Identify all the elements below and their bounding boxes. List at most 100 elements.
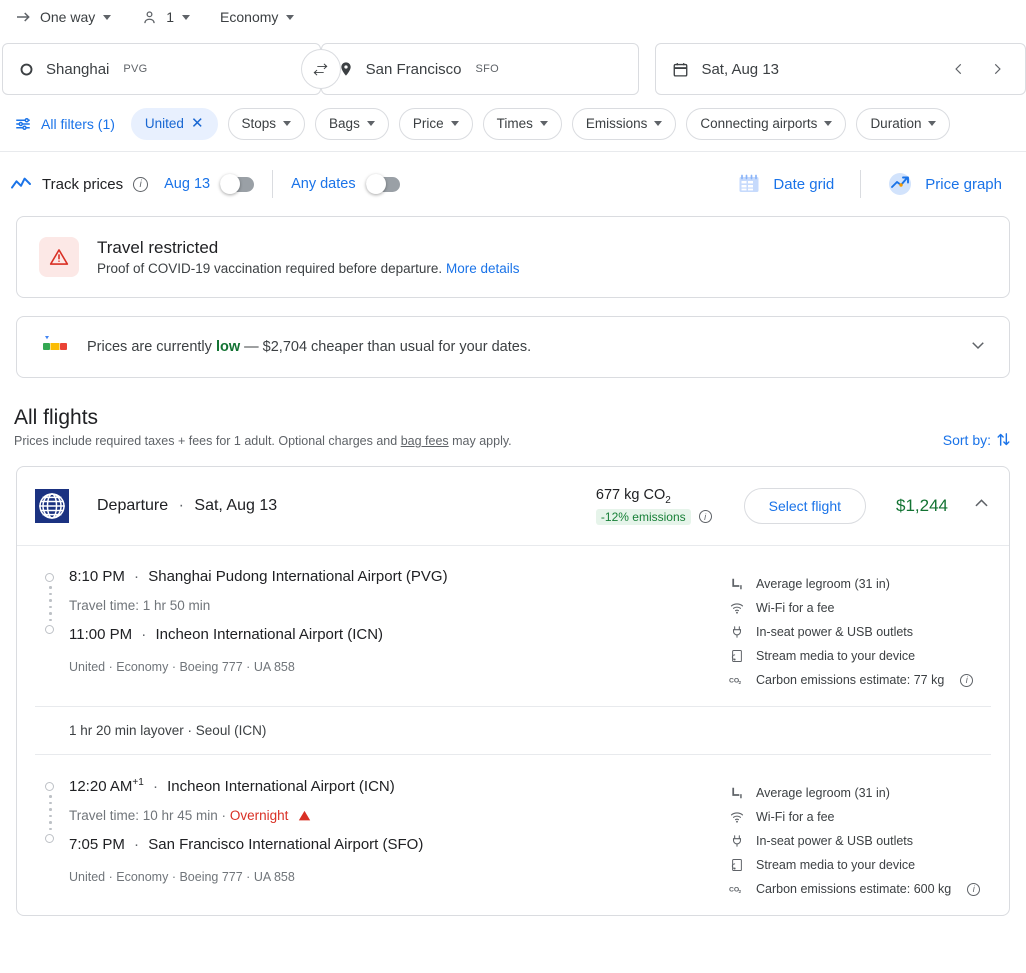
chevron-down-icon [539,121,548,126]
svg-text:2: 2 [739,680,742,686]
leg-departure-time: 8:10 PM [69,568,125,585]
chevron-down-icon [283,121,292,126]
filter-chip-united[interactable]: United ✕ [130,107,218,140]
filter-chip-price[interactable]: Price [398,107,473,140]
passenger-count: 1 [166,9,175,25]
filter-chip-connecting-airports[interactable]: Connecting airports [686,107,847,140]
date-input[interactable]: Sat, Aug 13 [655,43,1026,95]
amenity-label: Carbon emissions estimate: 600 kg [756,882,952,896]
info-icon[interactable]: i [133,176,149,192]
sort-by-button[interactable]: Sort by: [943,431,1012,448]
leg-arrival: 11:00 PM · Incheon International Airport… [69,626,384,643]
amenity-label: Carbon emissions estimate: 77 kg [756,673,945,687]
chevron-down-icon [366,121,375,126]
price-graph-button[interactable]: Price graph [879,171,1010,197]
search-fields-row: Shanghai PVG San Francisco SFO Sat, Aug … [0,34,1026,96]
close-icon[interactable]: ✕ [191,116,204,131]
emissions-amount: 677 kg CO [595,487,666,504]
amenity-row: Wi-Fi for a fee [729,805,991,829]
travel-time-text: Travel time: 1 hr 50 min [69,598,211,613]
trip-type-label: One way [40,9,96,25]
destination-city: San Francisco [365,60,462,78]
next-date-button[interactable] [985,57,1009,81]
any-dates-toggle[interactable] [365,174,400,194]
timeline-dashes [49,586,69,621]
power-icon [729,625,744,639]
info-icon[interactable]: i [698,510,712,524]
person-icon [141,9,158,26]
price-suffix: — $2,704 cheaper than usual for your dat… [240,339,532,355]
previous-date-button[interactable] [947,57,971,81]
origin-input[interactable]: Shanghai PVG [2,43,321,95]
disclaimer-post: may apply. [448,434,512,448]
amenity-label: In-seat power & USB outlets [756,834,914,848]
leg-departure: 12:20 AM+1 · Incheon International Airpo… [69,777,395,795]
disclaimer-pre: Prices include required taxes + fees for… [14,434,401,448]
trip-type-selector[interactable]: One way [6,1,119,33]
filter-chip-stops[interactable]: Stops [227,107,306,140]
chevron-down-icon [182,14,191,20]
collapse-flight-button[interactable] [972,494,991,518]
price-disclaimer: Prices include required taxes + fees for… [14,434,512,448]
price-insight-area: Prices are currently low — $2,704 cheape… [0,316,1026,378]
amenity-label: Average legroom (31 in) [756,786,890,800]
filter-chip-bags[interactable]: Bags [315,107,389,140]
date-grid-label: Date grid [773,175,835,193]
amenity-row: Stream media to your device [729,853,991,877]
alert-subtitle: Proof of COVID-19 vaccination required b… [97,261,520,276]
flight-price: $1,244 [896,496,948,515]
leg-details: 8:10 PM · Shanghai Pudong International … [69,568,729,692]
co2-icon: CO 2 [729,883,744,895]
price-graph-label: Price graph [925,175,1002,193]
track-date-label: Aug 13 [164,176,211,192]
amenity-label: In-seat power & USB outlets [756,625,914,639]
timeline-start-dot [45,782,54,791]
sort-by-label: Sort by: [942,431,991,448]
amenity-row: Wi-Fi for a fee [729,596,991,620]
amenity-row: CO 2 Carbon emissions estimate: 77 kg i [729,668,991,692]
legroom-icon [729,786,744,800]
passenger-selector[interactable]: 1 [133,1,198,33]
info-icon[interactable]: i [960,673,974,687]
leg-arrival: 7:05 PM · San Francisco International Ai… [69,836,424,853]
track-date-toggle[interactable] [220,174,255,194]
filter-chip-emissions[interactable]: Emissions [571,107,677,140]
amenity-row: CO 2 Carbon emissions estimate: 600 kg i [729,877,991,901]
alerts-area: Travel restricted Proof of COVID-19 vacc… [0,216,1026,298]
chevron-down-icon [450,121,459,126]
leg-arrival-time: 7:05 PM [69,836,125,853]
bag-fees-link[interactable]: bag fees [401,434,449,448]
flight-card: Departure · Sat, Aug 13 677 kg CO2 -12% … [16,466,1010,916]
swap-button[interactable] [300,49,341,89]
timeline-end-dot [45,625,54,634]
all-filters-button[interactable]: All filters (1) [14,115,121,133]
emissions-summary: 677 kg CO2 -12% emissions i [595,487,712,525]
flight-date: Sat, Aug 13 [194,497,278,514]
sort-arrows-icon [995,431,1012,448]
date-grid-button[interactable]: Date grid [729,172,842,196]
select-flight-button[interactable]: Select flight [743,488,866,524]
leg-timeline [35,777,69,901]
date-navigation [947,57,1009,81]
leg-arrival-time: 11:00 PM [69,626,133,643]
price-level: low [215,339,241,355]
svg-text:CO: CO [729,887,739,894]
view-tools: Date grid Price graph [729,170,1026,198]
filter-chip-duration[interactable]: Duration [856,107,951,140]
origin-city: Shanghai [46,60,110,78]
more-details-link[interactable]: More details [446,261,520,276]
price-insight-text: Prices are currently low — $2,704 cheape… [87,339,531,355]
leg-timeline [35,568,69,692]
flight-card-header[interactable]: Departure · Sat, Aug 13 677 kg CO2 -12% … [17,467,1009,545]
amenity-row: Average legroom (31 in) [729,572,991,596]
destination-input[interactable]: San Francisco SFO [320,43,640,95]
expand-price-insight-button[interactable] [969,336,987,359]
price-insight-card: Prices are currently low — $2,704 cheape… [16,316,1010,378]
leg-departure-airport: Incheon International Airport (ICN) [167,778,395,795]
origin-code: PVG [123,63,148,75]
chevron-down-icon [103,14,112,20]
info-icon[interactable]: i [967,882,981,896]
filter-chip-times[interactable]: Times [482,107,562,140]
cabin-class-selector[interactable]: Economy [212,1,302,33]
travel-time-text: Travel time: 10 hr 45 min · [69,808,230,823]
